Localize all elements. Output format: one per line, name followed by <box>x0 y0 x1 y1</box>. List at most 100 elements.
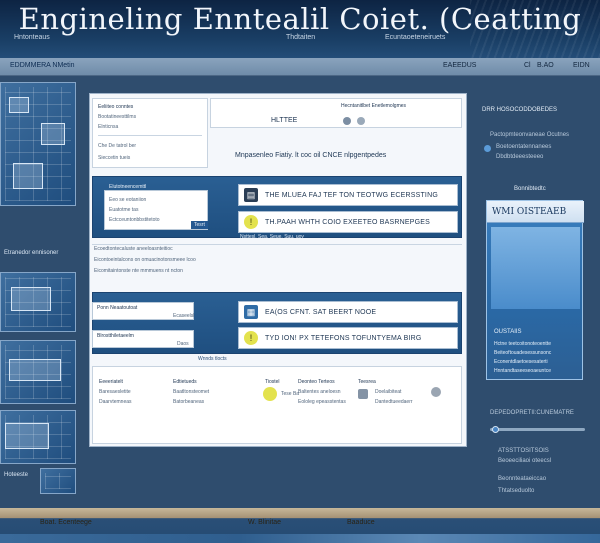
app-title: Engineling Enntealil Coiet. (Ceatting <box>18 2 582 36</box>
left-label-1: Etranedor ennisoner <box>4 250 59 256</box>
section-heading: Mnpasenleo Fiatiy. lt coc oil CNCE nlpge… <box>235 152 387 159</box>
preview-item: Hctne teetcoitonoteoentte <box>494 341 551 347</box>
mini-grid <box>45 473 71 489</box>
blueprint-thumbnail[interactable] <box>0 82 76 206</box>
divider <box>92 244 462 245</box>
mini-thumbnail[interactable] <box>40 468 76 494</box>
user-icon[interactable] <box>357 117 365 125</box>
summary-line-1: Eeliiteo conntes <box>98 104 134 110</box>
server-thumbnail[interactable] <box>0 340 76 404</box>
task-item-top-1[interactable]: ▤ THE MLUEA FAJ TEF TON TEOTWG ECERSSTIN… <box>238 184 458 206</box>
bottom-label-3[interactable]: Baaduce <box>347 519 375 526</box>
preview-card[interactable]: WMI OISTEAEB OUSTAIIS Hctne teetcoitonot… <box>486 200 584 380</box>
right-text-5: Bonnibtedtc <box>514 186 546 192</box>
zoom-slider[interactable] <box>490 428 585 431</box>
small-card-2-sub: Daos <box>177 341 189 347</box>
left-sidebar: Etranedor ennisoner Hoteeste <box>0 76 80 506</box>
small-card-1[interactable]: Ponn Neaatoutoat Ecaseelsl <box>92 302 194 320</box>
device-thumbnail[interactable] <box>0 410 76 464</box>
blueprint-shape <box>9 97 29 113</box>
menu-bar: EDDMMERA NMetin EAEEDUS Cl B.AO EIDN <box>0 58 600 76</box>
task-item-bottom-2[interactable]: ! TYD ION! PX TETEFONS TOFUNTYEMA BIRG <box>238 327 458 349</box>
menu-item-bao[interactable]: B.AO <box>537 62 554 69</box>
right-text-4: Dbdbtdeeesteeeo <box>496 154 544 160</box>
document-icon: ▤ <box>244 188 258 202</box>
task-label: THE MLUEA FAJ TEF TON TEOTWG ECERSSTING <box>265 191 438 199</box>
status-dot-icon <box>484 145 491 152</box>
more-icon[interactable] <box>431 387 441 397</box>
machine-shape <box>11 287 51 311</box>
menu-item-eidn[interactable]: EIDN <box>573 62 590 69</box>
menu-item-home[interactable]: EDDMMERA NMetin <box>10 62 75 69</box>
settings-icon[interactable] <box>343 117 351 125</box>
summary-line-2: Bootatineesttilms <box>98 114 137 120</box>
footer-panel: Eeeeriatelt Baresaesletite Daarvtemneas … <box>92 366 462 444</box>
preview-item: Hnntandtaseeseoaeuntce <box>494 368 551 374</box>
widget-row-2: Euatotme tas <box>109 207 139 213</box>
preview-card-title: WMI OISTEAEB <box>487 201 584 223</box>
alert-icon: ! <box>244 215 258 229</box>
preview-image <box>491 227 580 309</box>
small-card-2[interactable]: Blrostthiletaeelm Daos <box>92 330 194 348</box>
calendar-icon: ▦ <box>244 305 258 319</box>
task-tab-label[interactable]: Nsttesl. Sea. Seue. Suu. uoy <box>240 234 304 240</box>
right-text-6: DEPEDOPRETII:CUNEMATRE <box>490 410 574 416</box>
footer-col-2-row: Batorbeaneas <box>173 399 205 405</box>
header-subtitle-right: Ecuntaoeteneiruets <box>385 34 446 41</box>
right-text-3: Boetoentatennanees <box>496 144 552 150</box>
menu-item-eaeedus[interactable]: EAEEDUS <box>443 62 476 69</box>
small-card-1-title: Ponn Neaatoutoat <box>97 305 138 311</box>
footer-col-1-title: Eeeeriatelt <box>99 379 123 385</box>
task-item-top-2[interactable]: ! TH.PAAH WHTH COIO EXEETEO BASRNEPGES <box>238 211 458 233</box>
widget-title: Elutotneencemttl <box>109 184 147 190</box>
toolbar-icons[interactable]: HLTTEE <box>271 117 297 124</box>
bottom-label-2[interactable]: W. Blinitae <box>248 519 281 526</box>
blueprint-shape <box>13 163 43 189</box>
left-label-2: Hoteeste <box>4 472 29 478</box>
right-text-2: Pactopmteonvaneae Ocutnes <box>490 132 570 138</box>
small-card-1-sub: Ecaseelsl <box>173 313 195 319</box>
footer-col-2-title: Edtietueds <box>173 379 197 385</box>
summary-card: Eeliiteo conntes Bootatineesttilms Elnti… <box>92 98 208 168</box>
widget-row-3: Ectcceuntonbbstitetoto <box>109 217 160 223</box>
status-icon <box>263 387 277 401</box>
footer-col-4-title: Deonteo Terteos <box>298 379 335 385</box>
zoom-slider-thumb[interactable] <box>492 426 499 433</box>
header-subtitle-mid: Thdtaiten <box>286 34 316 41</box>
machine-thumbnail[interactable] <box>0 272 76 332</box>
bottom-bar: Boat. Ecenteege W. Blinitae Baaduce <box>0 508 600 543</box>
blueprint-shape <box>41 123 65 145</box>
bottom-label-1[interactable]: Boat. Ecenteege <box>40 519 92 526</box>
bottom-strip <box>0 534 600 543</box>
footer-col-5-row: Doelaibiteat <box>375 389 402 395</box>
header-subtitle-left: Hntonteaus <box>14 34 50 41</box>
divider <box>98 135 202 136</box>
summary-line-3: Elnticnsa <box>98 124 119 130</box>
footer-col-3-title: Tiostel <box>265 379 280 385</box>
summary-line-4: Che De tatrol ber <box>98 143 137 149</box>
task-item-bottom-1[interactable]: ▦ EA(OS CFNT. SAT BEERT NOOE <box>238 301 458 323</box>
right-text-8: Beoeeciliaoi oteecsl <box>498 458 552 464</box>
widget-row-1: Eeo se eotaniion <box>109 197 147 203</box>
widget-card: Elutotneencemttl Eeo se eotaniion Euatot… <box>104 184 208 230</box>
device-shape <box>5 423 49 449</box>
row-text-2: Eicontoeintalcons on omuacinotonsmeee lc… <box>94 257 196 263</box>
server-shape <box>9 359 61 381</box>
footer-col-4-row: Eololeg epeasstentas <box>298 399 346 405</box>
right-text-9: Beonnteataeiccao <box>498 476 547 482</box>
preview-card-subtitle: OUSTAIIS <box>494 329 522 335</box>
footer-col-4-row: Baltentes aneloesn <box>298 389 341 395</box>
footer-col-3-row: Tese Ba <box>281 391 300 397</box>
band-footer-label[interactable]: Wnnds tlocts <box>198 356 227 362</box>
task-label: TH.PAAH WHTH COIO EXEETEO BASRNEPGES <box>265 218 430 226</box>
footer-col-5-row: Dantedtueedaerr <box>375 399 413 405</box>
preview-item: Beiteoftouadesessunsonc <box>494 350 552 356</box>
app-header: Engineling Enntealil Coiet. (Ceatting Hn… <box>0 0 600 58</box>
right-sidebar: DRR HOSOCODDOBEDES Pactopmteonvaneae Ocu… <box>476 76 600 506</box>
menu-item-cl[interactable]: Cl <box>524 62 531 69</box>
right-text-7: ATSSTTOSITSOIS <box>498 448 549 454</box>
alert-icon: ! <box>244 331 258 345</box>
widget-test-button[interactable]: Tesrt <box>191 221 208 229</box>
chart-icon[interactable] <box>358 389 368 399</box>
right-text-10: Thtatseduolto <box>498 488 535 494</box>
